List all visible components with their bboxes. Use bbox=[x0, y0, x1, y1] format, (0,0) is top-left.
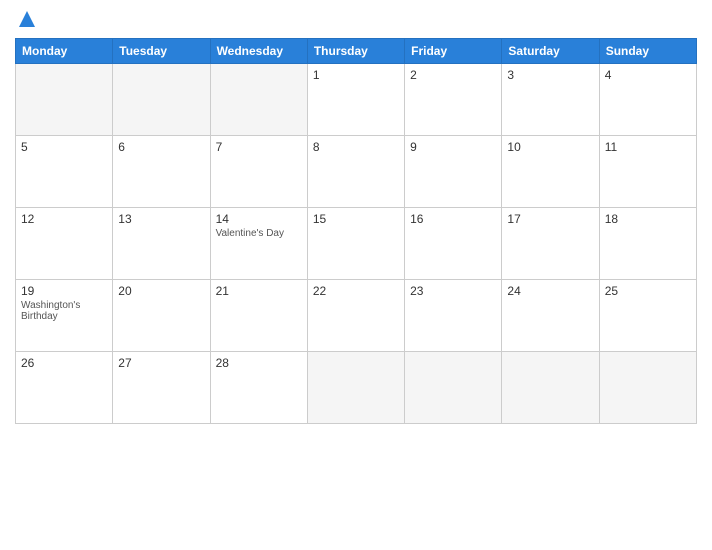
day-number: 26 bbox=[21, 356, 107, 370]
calendar-cell: 17 bbox=[502, 208, 599, 280]
calendar-cell: 28 bbox=[210, 352, 307, 424]
calendar-cell: 16 bbox=[405, 208, 502, 280]
calendar-cell: 11 bbox=[599, 136, 696, 208]
day-number: 3 bbox=[507, 68, 593, 82]
day-header-monday: Monday bbox=[16, 39, 113, 64]
day-number: 23 bbox=[410, 284, 496, 298]
day-number: 27 bbox=[118, 356, 204, 370]
day-header-wednesday: Wednesday bbox=[210, 39, 307, 64]
week-row-2: 12 13 14 Valentine's Day 15 16 17 18 bbox=[16, 208, 697, 280]
calendar-cell: 2 bbox=[405, 64, 502, 136]
calendar-cell: 1 bbox=[307, 64, 404, 136]
calendar-cell: 27 bbox=[113, 352, 210, 424]
calendar-cell: 21 bbox=[210, 280, 307, 352]
day-number: 13 bbox=[118, 212, 204, 226]
calendar-table: MondayTuesdayWednesdayThursdayFridaySatu… bbox=[15, 38, 697, 424]
calendar-cell: 10 bbox=[502, 136, 599, 208]
day-header-thursday: Thursday bbox=[307, 39, 404, 64]
logo-icon bbox=[17, 9, 37, 29]
calendar-cell: 12 bbox=[16, 208, 113, 280]
day-number: 4 bbox=[605, 68, 691, 82]
days-header-row: MondayTuesdayWednesdayThursdayFridaySatu… bbox=[16, 39, 697, 64]
day-number: 15 bbox=[313, 212, 399, 226]
calendar-cell: 20 bbox=[113, 280, 210, 352]
calendar-cell bbox=[210, 64, 307, 136]
header bbox=[15, 10, 697, 30]
day-number: 19 bbox=[21, 284, 107, 298]
calendar-cell: 23 bbox=[405, 280, 502, 352]
day-number: 8 bbox=[313, 140, 399, 154]
day-number: 5 bbox=[21, 140, 107, 154]
calendar-cell: 3 bbox=[502, 64, 599, 136]
day-number: 21 bbox=[216, 284, 302, 298]
day-number: 9 bbox=[410, 140, 496, 154]
week-row-1: 56789 10 11 bbox=[16, 136, 697, 208]
calendar-cell: 22 bbox=[307, 280, 404, 352]
calendar-cell: 5 bbox=[16, 136, 113, 208]
calendar-cell bbox=[599, 352, 696, 424]
day-number: 18 bbox=[605, 212, 691, 226]
day-header-saturday: Saturday bbox=[502, 39, 599, 64]
day-number: 12 bbox=[21, 212, 107, 226]
logo bbox=[15, 10, 37, 30]
day-number: 1 bbox=[313, 68, 399, 82]
calendar-cell: 26 bbox=[16, 352, 113, 424]
calendar-page: MondayTuesdayWednesdayThursdayFridaySatu… bbox=[0, 0, 712, 550]
day-header-sunday: Sunday bbox=[599, 39, 696, 64]
event-label: Washington's Birthday bbox=[21, 300, 107, 322]
day-number: 10 bbox=[507, 140, 593, 154]
day-number: 2 bbox=[410, 68, 496, 82]
event-label: Valentine's Day bbox=[216, 228, 302, 239]
day-number: 20 bbox=[118, 284, 204, 298]
calendar-cell bbox=[405, 352, 502, 424]
week-row-0: 1234 bbox=[16, 64, 697, 136]
calendar-cell: 18 bbox=[599, 208, 696, 280]
day-number: 25 bbox=[605, 284, 691, 298]
calendar-cell: 8 bbox=[307, 136, 404, 208]
calendar-cell: 14 Valentine's Day bbox=[210, 208, 307, 280]
calendar-cell: 19 Washington's Birthday bbox=[16, 280, 113, 352]
day-number: 22 bbox=[313, 284, 399, 298]
week-row-3: 19 Washington's Birthday 20 21 22 23 24 25 bbox=[16, 280, 697, 352]
day-header-friday: Friday bbox=[405, 39, 502, 64]
calendar-cell bbox=[307, 352, 404, 424]
calendar-cell bbox=[16, 64, 113, 136]
day-header-tuesday: Tuesday bbox=[113, 39, 210, 64]
calendar-cell: 24 bbox=[502, 280, 599, 352]
calendar-cell: 25 bbox=[599, 280, 696, 352]
day-number: 7 bbox=[216, 140, 302, 154]
day-number: 28 bbox=[216, 356, 302, 370]
calendar-cell: 4 bbox=[599, 64, 696, 136]
calendar-cell: 13 bbox=[113, 208, 210, 280]
day-number: 24 bbox=[507, 284, 593, 298]
calendar-cell bbox=[502, 352, 599, 424]
calendar-cell: 6 bbox=[113, 136, 210, 208]
calendar-cell: 9 bbox=[405, 136, 502, 208]
calendar-cell bbox=[113, 64, 210, 136]
day-number: 11 bbox=[605, 140, 691, 154]
week-row-4: 26 27 28 bbox=[16, 352, 697, 424]
day-number: 6 bbox=[118, 140, 204, 154]
calendar-cell: 7 bbox=[210, 136, 307, 208]
day-number: 14 bbox=[216, 212, 302, 226]
calendar-cell: 15 bbox=[307, 208, 404, 280]
day-number: 16 bbox=[410, 212, 496, 226]
day-number: 17 bbox=[507, 212, 593, 226]
